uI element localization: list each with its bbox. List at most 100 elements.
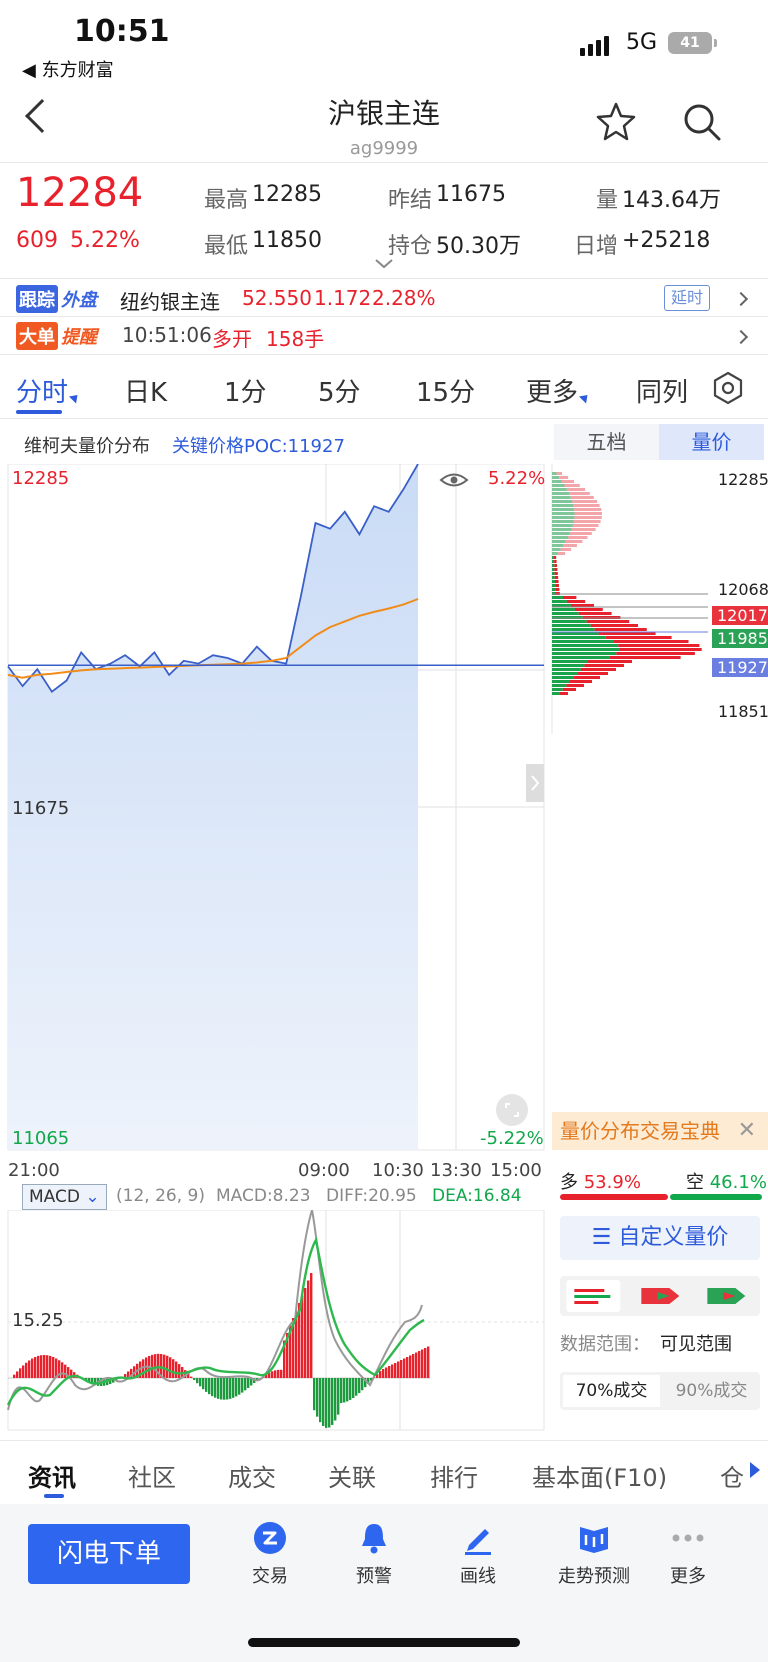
y-label-mid: 11675 bbox=[12, 798, 70, 819]
profile-bar-buy bbox=[586, 620, 630, 623]
trade-button[interactable]: 交易 bbox=[230, 1520, 310, 1588]
profile-bar-buy bbox=[605, 636, 672, 639]
profile-bar-buy bbox=[566, 600, 586, 603]
macd-bar bbox=[220, 1378, 223, 1400]
profile-bar-buy bbox=[554, 564, 558, 567]
foreign-contract-name[interactable]: 纽约银主连 bbox=[120, 286, 220, 315]
chevron-right-icon[interactable] bbox=[733, 291, 749, 307]
status-time: 10:51 bbox=[74, 14, 170, 49]
settings-hex-icon[interactable] bbox=[710, 370, 746, 406]
profile-bar-buy bbox=[588, 660, 632, 663]
chevron-right-icon[interactable] bbox=[733, 329, 749, 345]
side-tab-depth[interactable]: 五档 bbox=[554, 424, 659, 460]
scroll-right-icon[interactable] bbox=[750, 1462, 760, 1478]
x-tick: 09:00 bbox=[298, 1160, 350, 1181]
profile-label-red: 12017 bbox=[712, 606, 768, 625]
profile-bar-buy bbox=[609, 656, 681, 659]
divider bbox=[0, 354, 768, 355]
draw-line-button[interactable]: 画线 bbox=[438, 1520, 518, 1588]
volume-option-group: 70%成交 90%成交 bbox=[560, 1372, 760, 1410]
macd-bar bbox=[238, 1378, 241, 1395]
dea-value: DEA:16.84 bbox=[432, 1186, 522, 1206]
macd-bar bbox=[217, 1378, 220, 1399]
macd-bar bbox=[169, 1357, 172, 1378]
divider bbox=[0, 1440, 768, 1441]
tab-same-list[interactable]: 同列 bbox=[636, 372, 688, 409]
tab-community[interactable]: 社区 bbox=[128, 1458, 176, 1493]
favorite-star-icon[interactable] bbox=[594, 100, 638, 144]
macd-bar bbox=[199, 1378, 202, 1387]
macd-chart[interactable] bbox=[0, 1210, 548, 1432]
macd-bar bbox=[310, 1273, 313, 1378]
macd-bar bbox=[391, 1364, 394, 1378]
macd-dropdown[interactable]: MACD ⌄ bbox=[22, 1184, 107, 1210]
macd-bar bbox=[16, 1371, 19, 1378]
expand-chevron-icon[interactable] bbox=[374, 258, 394, 270]
prev-settle-label: 昨结 bbox=[388, 188, 433, 213]
macd-bar bbox=[163, 1354, 166, 1378]
profile-bar-sell bbox=[552, 520, 574, 523]
tab-daily-k[interactable]: 日K bbox=[124, 372, 167, 409]
tab-more[interactable]: 更多 bbox=[526, 372, 592, 409]
profile-bar-buy bbox=[563, 596, 577, 599]
search-icon[interactable] bbox=[680, 100, 724, 144]
profile-bar-sell bbox=[552, 484, 565, 487]
macd-bar bbox=[337, 1378, 340, 1415]
y-label-bottom: 11065 bbox=[12, 1128, 70, 1149]
profile-bar-buy bbox=[613, 640, 689, 643]
tab-5min[interactable]: 5分 bbox=[318, 372, 361, 409]
macd-bar bbox=[394, 1363, 397, 1378]
profile-bar-buy bbox=[570, 680, 592, 683]
profile-bar-sell bbox=[552, 528, 572, 531]
long-bar bbox=[560, 1194, 668, 1200]
macd-bar bbox=[421, 1349, 424, 1378]
tab-underline bbox=[16, 410, 62, 414]
side-tab-volume-price[interactable]: 量价 bbox=[659, 424, 764, 460]
macd-bar bbox=[277, 1369, 280, 1378]
back-to-app-link[interactable]: ◀ 东方财富 bbox=[22, 56, 114, 82]
style-option-green-icon[interactable] bbox=[693, 1276, 760, 1316]
profile-bar-sell bbox=[552, 668, 581, 671]
delay-badge[interactable]: 延时 bbox=[664, 285, 710, 311]
vwap-label[interactable]: 维柯夫量价分布 bbox=[24, 432, 150, 458]
forecast-button[interactable]: 走势预测 bbox=[544, 1520, 644, 1588]
bigorder-time: 10:51:06 bbox=[122, 323, 212, 347]
volume-label: 量 bbox=[596, 188, 619, 213]
macd-bar bbox=[52, 1357, 55, 1378]
tab-1min[interactable]: 1分 bbox=[224, 372, 267, 409]
profile-bar-sell bbox=[552, 480, 562, 483]
tab-trades[interactable]: 成交 bbox=[228, 1458, 276, 1493]
profile-label-bottom: 11851 bbox=[718, 702, 768, 721]
profile-bar-buy bbox=[572, 524, 599, 527]
tab-fundamentals[interactable]: 基本面(F10) bbox=[532, 1458, 667, 1493]
tab-position[interactable]: 仓 bbox=[720, 1458, 744, 1493]
tab-news[interactable]: 资讯 bbox=[28, 1458, 76, 1493]
range-value[interactable]: 可见范围 bbox=[660, 1330, 732, 1356]
profile-bar-sell bbox=[552, 516, 575, 519]
macd-bar bbox=[34, 1356, 37, 1378]
macd-bar bbox=[382, 1369, 385, 1378]
promo-banner[interactable]: 量价分布交易宝典 ✕ bbox=[552, 1112, 768, 1150]
more-button[interactable]: 更多 bbox=[648, 1520, 728, 1588]
profile-bar-sell bbox=[552, 664, 585, 667]
tab-ranking[interactable]: 排行 bbox=[430, 1458, 478, 1493]
macd-bar bbox=[385, 1367, 388, 1378]
tab-15min[interactable]: 15分 bbox=[416, 372, 475, 409]
trade-icon bbox=[254, 1522, 286, 1554]
macd-bar bbox=[418, 1351, 421, 1378]
option-70[interactable]: 70%成交 bbox=[563, 1375, 660, 1407]
style-option-bars-icon[interactable] bbox=[560, 1276, 627, 1316]
profile-bar-buy bbox=[573, 520, 601, 523]
flash-order-button[interactable]: 闪电下单 bbox=[28, 1524, 190, 1584]
profile-bar-sell bbox=[552, 624, 591, 627]
style-option-red-icon[interactable] bbox=[627, 1276, 694, 1316]
tab-intraday[interactable]: 分时 bbox=[16, 372, 82, 409]
alert-button[interactable]: 预警 bbox=[334, 1520, 414, 1588]
intraday-chart[interactable] bbox=[0, 464, 768, 1154]
profile-bar-sell bbox=[552, 652, 617, 655]
custom-volume-price-button[interactable]: ☰ 自定义量价 bbox=[560, 1216, 760, 1260]
eye-icon bbox=[439, 473, 469, 487]
tab-related[interactable]: 关联 bbox=[328, 1458, 376, 1493]
option-90[interactable]: 90%成交 bbox=[663, 1372, 760, 1410]
profile-bar-sell bbox=[552, 612, 579, 615]
